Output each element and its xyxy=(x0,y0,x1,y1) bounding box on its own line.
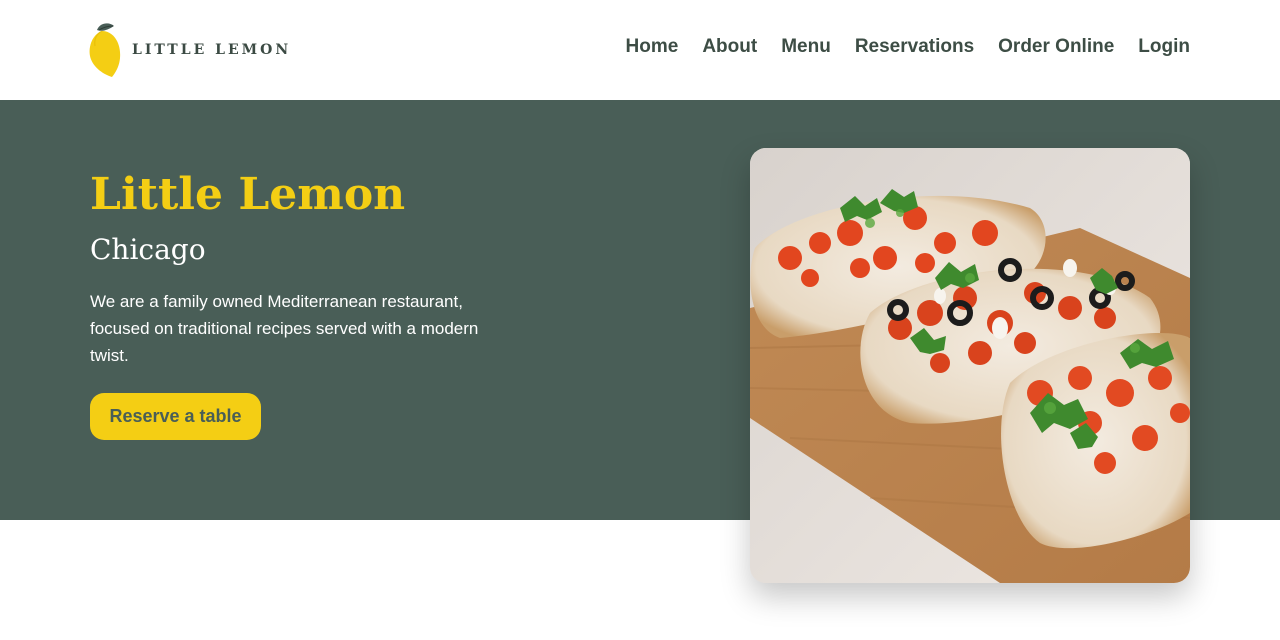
nav-about[interactable]: About xyxy=(702,36,757,58)
site-header: LITTLE LEMON Home About Menu Reservation… xyxy=(0,0,1280,100)
nav-home[interactable]: Home xyxy=(626,36,679,58)
hero-description: We are a family owned Mediterranean rest… xyxy=(90,292,479,365)
nav-order-online[interactable]: Order Online xyxy=(998,36,1114,58)
nav-reservations[interactable]: Reservations xyxy=(855,36,974,58)
main-nav: Home About Menu Reservations Order Onlin… xyxy=(626,36,1190,58)
nav-login[interactable]: Login xyxy=(1138,36,1190,58)
reserve-table-button[interactable]: Reserve a table xyxy=(90,393,261,440)
page: LITTLE LEMON Home About Menu Reservation… xyxy=(0,0,1280,640)
hero-subtitle: Chicago xyxy=(90,233,206,266)
hero-title: Little Lemon xyxy=(90,169,406,220)
lemon-icon xyxy=(89,23,121,77)
logo-text: LITTLE LEMON xyxy=(132,42,292,58)
logo[interactable]: LITTLE LEMON xyxy=(88,22,291,78)
nav-menu[interactable]: Menu xyxy=(781,36,831,58)
hero-image-bruschetta xyxy=(750,148,1190,583)
bruschetta-image xyxy=(750,148,1190,583)
